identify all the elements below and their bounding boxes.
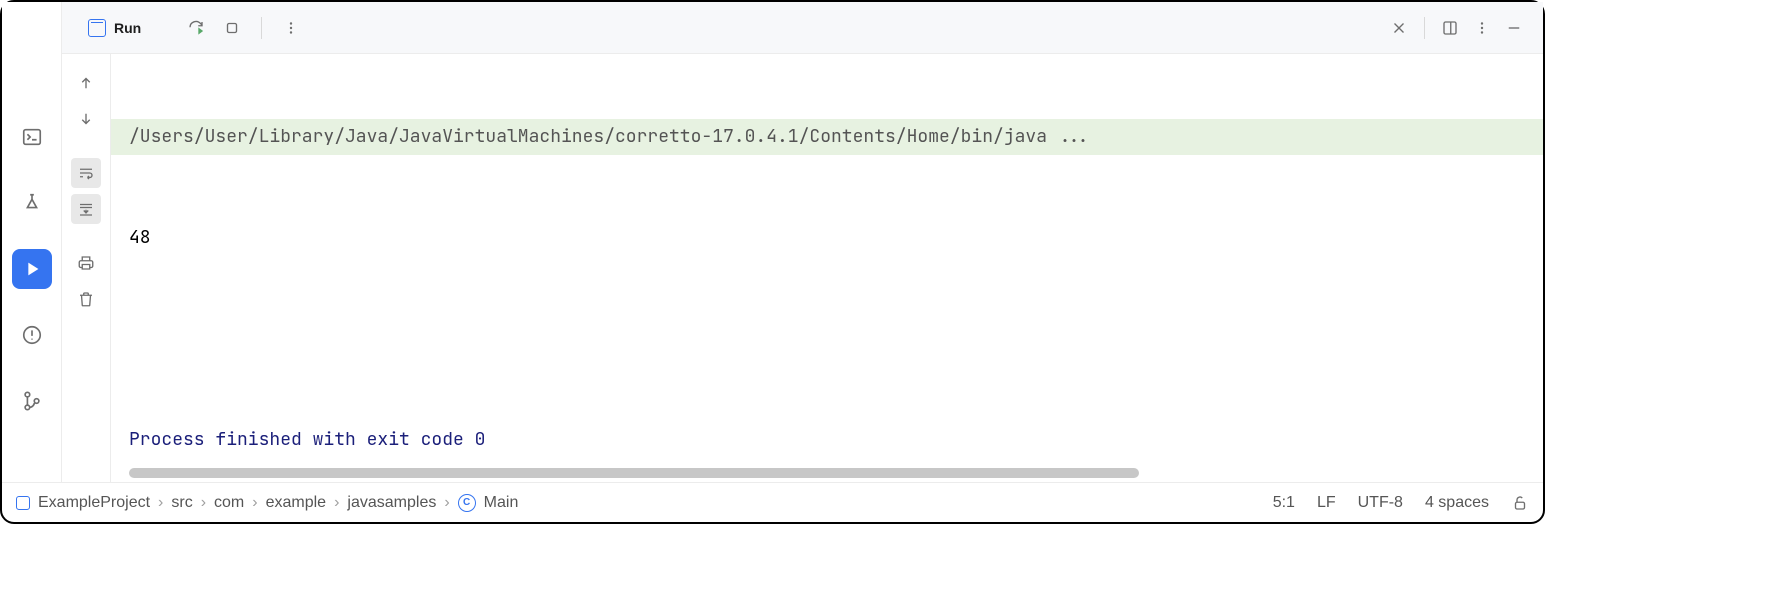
app-icon bbox=[88, 19, 106, 37]
rerun-button[interactable] bbox=[183, 15, 209, 41]
more-actions-button[interactable] bbox=[278, 15, 304, 41]
indent-setting[interactable]: 4 spaces bbox=[1425, 494, 1489, 512]
problems-tool-button[interactable] bbox=[12, 315, 52, 355]
clear-all-button[interactable] bbox=[71, 284, 101, 314]
unlock-icon[interactable] bbox=[1511, 494, 1529, 512]
run-tool-window: Run bbox=[62, 2, 1543, 482]
run-header: Run bbox=[62, 2, 1543, 54]
status-bar: ExampleProject › src › com › example › j… bbox=[2, 482, 1543, 522]
breadcrumb-item[interactable]: Main bbox=[484, 494, 519, 512]
divider bbox=[261, 17, 262, 39]
soft-wrap-button[interactable] bbox=[71, 158, 101, 188]
chevron-right-icon: › bbox=[334, 494, 339, 512]
layout-settings-button[interactable] bbox=[1437, 15, 1463, 41]
print-button[interactable] bbox=[71, 248, 101, 278]
scroll-up-button[interactable] bbox=[71, 68, 101, 98]
scroll-down-button[interactable] bbox=[71, 104, 101, 134]
chevron-right-icon: › bbox=[158, 494, 163, 512]
chevron-right-icon: › bbox=[252, 494, 257, 512]
console-output-line: 48 bbox=[111, 220, 1543, 256]
console-command-line: /Users/User/Library/Java/JavaVirtualMach… bbox=[111, 119, 1543, 155]
left-tool-strip bbox=[2, 2, 62, 482]
console-output[interactable]: /Users/User/Library/Java/JavaVirtualMach… bbox=[110, 54, 1543, 482]
vcs-tool-button[interactable] bbox=[12, 381, 52, 421]
options-button[interactable] bbox=[1469, 15, 1495, 41]
breadcrumb-item[interactable]: src bbox=[171, 494, 192, 512]
chevron-right-icon: › bbox=[201, 494, 206, 512]
close-panel-button[interactable] bbox=[1386, 15, 1412, 41]
hide-panel-button[interactable] bbox=[1501, 15, 1527, 41]
terminal-tool-button[interactable] bbox=[12, 117, 52, 157]
cursor-position[interactable]: 5:1 bbox=[1273, 494, 1295, 512]
stop-button[interactable] bbox=[219, 15, 245, 41]
module-icon bbox=[16, 496, 30, 510]
class-icon: C bbox=[458, 494, 476, 512]
run-tool-button[interactable] bbox=[12, 249, 52, 289]
scroll-to-end-button[interactable] bbox=[71, 194, 101, 224]
breadcrumb-item[interactable]: javasamples bbox=[347, 494, 436, 512]
console-exit-line: Process finished with exit code 0 bbox=[111, 422, 1543, 458]
run-config-label: Run bbox=[114, 20, 141, 36]
breadcrumb: ExampleProject › src › com › example › j… bbox=[16, 494, 518, 512]
horizontal-scrollbar[interactable] bbox=[129, 468, 1139, 478]
breadcrumb-item[interactable]: example bbox=[266, 494, 326, 512]
run-config-tab[interactable]: Run bbox=[78, 13, 151, 43]
breadcrumb-item[interactable]: com bbox=[214, 494, 244, 512]
build-tool-button[interactable] bbox=[12, 183, 52, 223]
chevron-right-icon: › bbox=[444, 494, 449, 512]
console-blank-line bbox=[111, 321, 1543, 357]
file-encoding[interactable]: UTF-8 bbox=[1358, 494, 1403, 512]
line-separator[interactable]: LF bbox=[1317, 494, 1336, 512]
divider bbox=[1424, 17, 1425, 39]
breadcrumb-item[interactable]: ExampleProject bbox=[38, 494, 150, 512]
console-toolbar bbox=[62, 54, 110, 482]
